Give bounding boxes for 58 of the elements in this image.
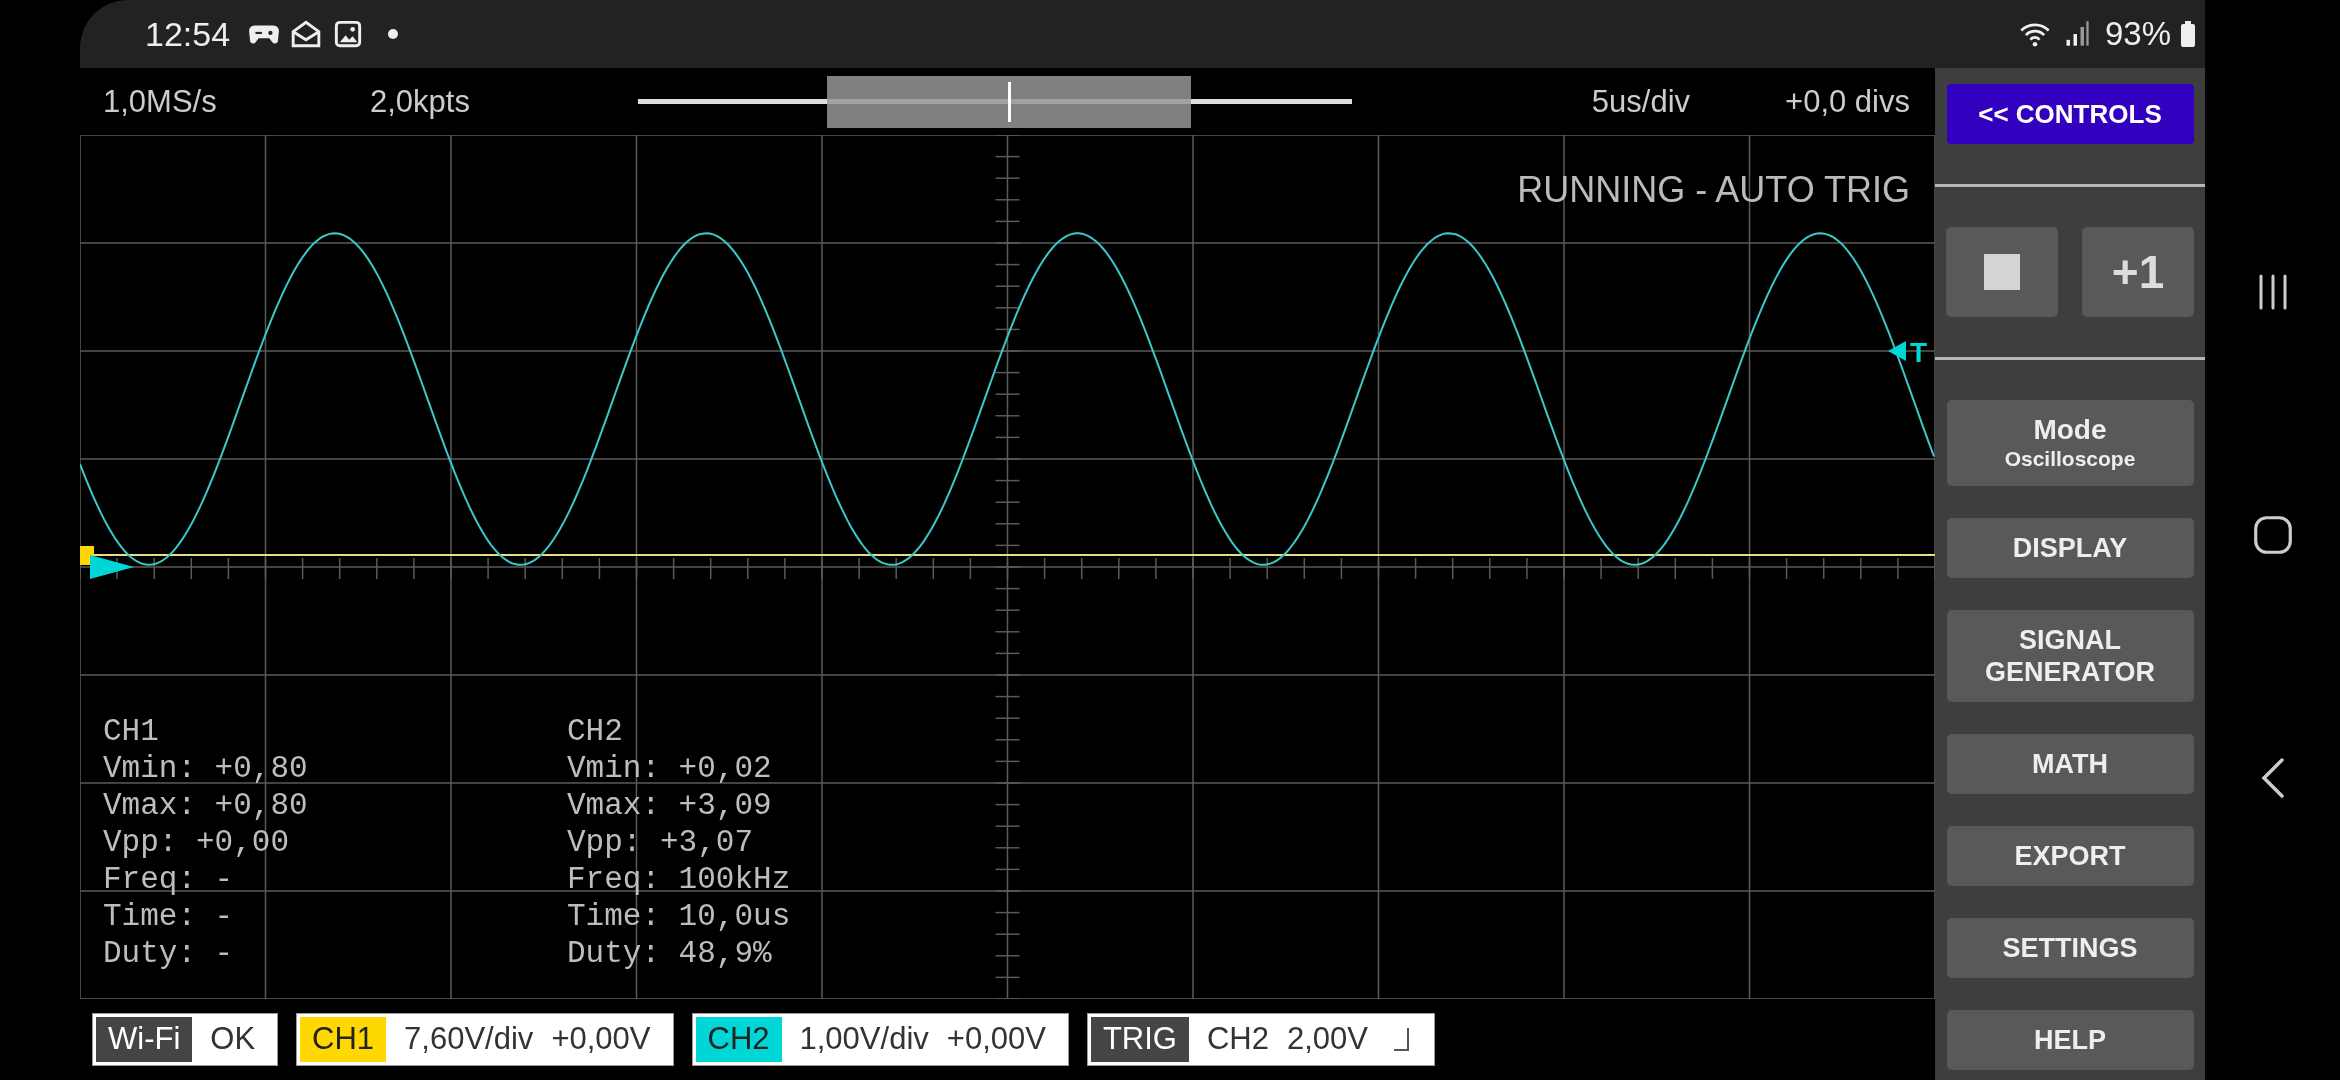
clock: 12:54: [145, 14, 231, 54]
channel-label: CH1: [103, 713, 160, 750]
measurement-reading: Vmin: +0,02: [567, 750, 773, 787]
chip-label: Wi-Fi: [96, 1016, 193, 1062]
slider-thumb[interactable]: [827, 75, 1192, 128]
measurement-reading: Time: 10,0us: [567, 898, 792, 935]
chip-value: CH2: [1206, 1021, 1269, 1057]
chip-label: CH2: [695, 1016, 782, 1062]
menu-button[interactable]: SIGNAL GENERATOR: [1946, 610, 2194, 702]
measurement-reading: Vmin: +0,80: [103, 750, 309, 787]
chip-value: 1,00V/div: [799, 1021, 929, 1057]
chip-label: CH1: [300, 1016, 387, 1062]
measurement-reading: Vpp: +3,07: [567, 824, 755, 861]
acquisition-status: RUNNING - AUTO TRIG: [1517, 169, 1910, 211]
chip-value: OK: [210, 1021, 256, 1057]
chip-value: +0,00V: [551, 1021, 651, 1057]
mode-button[interactable]: Mode Oscilloscope: [1946, 400, 2194, 486]
menu-button[interactable]: EXPORT: [1946, 826, 2194, 886]
stop-button[interactable]: [1946, 227, 2058, 317]
battery-percentage: 93%: [2104, 15, 2171, 53]
menu-button[interactable]: HELP: [1946, 1010, 2194, 1070]
measurement-reading: Duty: 48,9%: [567, 935, 773, 972]
dot-icon: [388, 29, 399, 39]
time-per-division: 5us/div: [1591, 83, 1691, 120]
status-chip[interactable]: Wi-Fi OK: [92, 1012, 279, 1066]
status-chip[interactable]: CH1 7,60V/div +0,00V: [296, 1012, 674, 1066]
controls-toggle-button[interactable]: << CONTROLS: [1946, 84, 2194, 144]
channel-label: CH2: [567, 713, 624, 750]
measurement-reading: Vmax: +3,09: [567, 787, 773, 824]
sample-rate: 1,0MS/s: [103, 83, 218, 120]
menu-button[interactable]: MATH: [1946, 734, 2194, 794]
chip-value: 7,60V/div: [404, 1021, 534, 1057]
status-chip[interactable]: TRIG CH2 2,00V: [1086, 1012, 1435, 1066]
measurement-reading: Time: -: [103, 898, 235, 935]
battery-icon: [2181, 21, 2195, 47]
menu-button[interactable]: DISPLAY: [1946, 518, 2194, 578]
measurement-reading: Duty: -: [103, 935, 235, 972]
measurement-reading: Vmax: +0,80: [103, 787, 309, 824]
menu-button[interactable]: SETTINGS: [1946, 918, 2194, 978]
single-step-button[interactable]: +1: [2082, 227, 2194, 317]
chip-value: +0,00V: [946, 1021, 1046, 1057]
stop-icon: [1984, 254, 2020, 290]
buffer-viewport-slider[interactable]: [638, 75, 1352, 128]
chip-label: TRIG: [1090, 1016, 1189, 1062]
point-count: 2,0kpts: [370, 83, 471, 120]
ch2-ground-marker: [90, 555, 134, 579]
measurement-reading: Freq: 100kHz: [567, 861, 792, 898]
envelope-icon: [290, 20, 323, 48]
measurement-reading: Freq: -: [103, 861, 235, 898]
mode-label: Mode: [2033, 414, 2107, 446]
status-chip[interactable]: CH2 1,00V/div +0,00V: [691, 1012, 1069, 1066]
trigger-level-arrow-icon: [1888, 341, 1906, 361]
time-offset: +0,0 divs: [1785, 83, 1910, 120]
trigger-level-marker: T: [1910, 337, 1928, 368]
mode-value: Oscilloscope: [2004, 446, 2136, 472]
home-icon: [2252, 513, 2293, 557]
measurement-reading: Vpp: +0,00: [103, 824, 291, 861]
chip-value: 2,00V: [1287, 1021, 1368, 1057]
